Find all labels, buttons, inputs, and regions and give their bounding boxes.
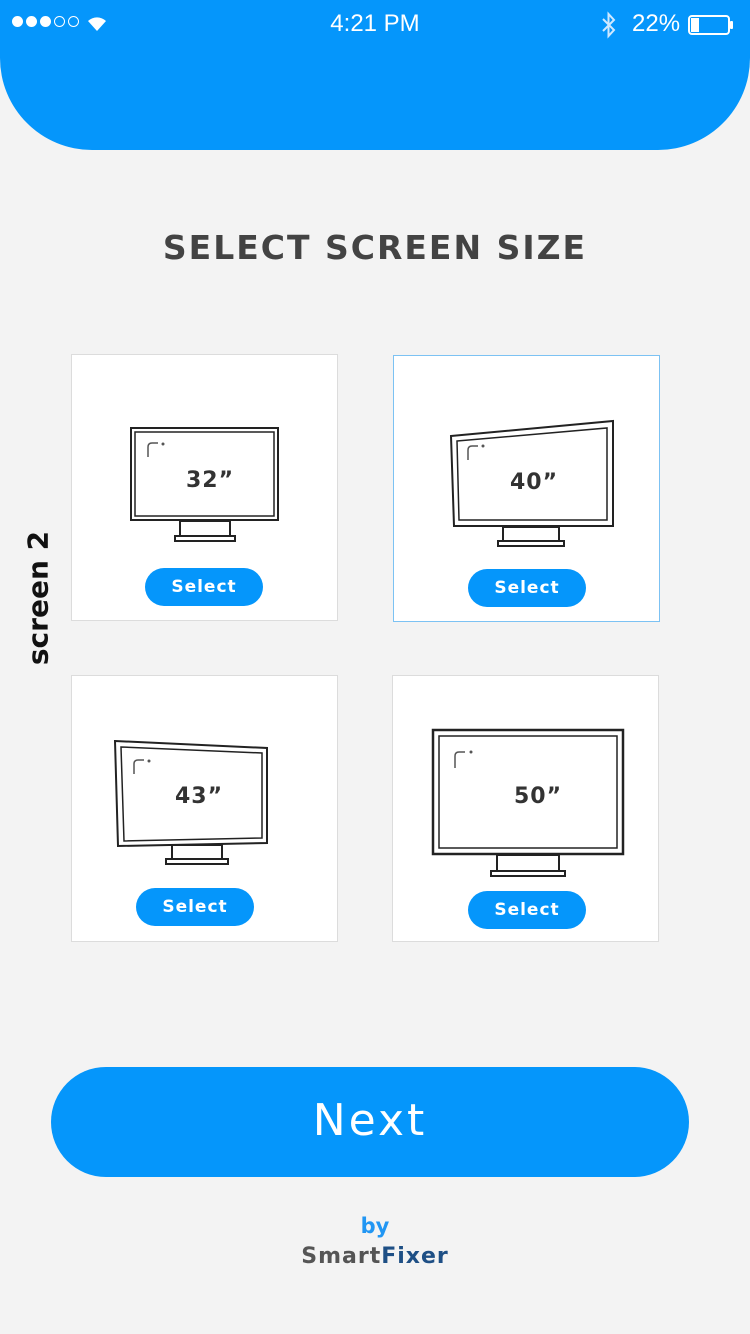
select-button-40[interactable]: Select (468, 569, 586, 607)
footer-brand: SmartFixer (0, 1244, 750, 1269)
next-button[interactable]: Next (51, 1067, 689, 1177)
battery-percentage: 22% (632, 10, 681, 37)
battery-icon (688, 15, 733, 35)
status-bar: 4:21 PM 22% (0, 0, 750, 48)
size-label: 50” (514, 784, 563, 809)
side-label: screen 2 (21, 528, 55, 668)
footer-by: by (360, 1214, 390, 1238)
size-label: 40” (510, 470, 559, 495)
brand-smart: Smart (301, 1244, 382, 1269)
size-option-card-50[interactable]: 50” Select (392, 675, 659, 942)
select-button-50[interactable]: Select (468, 891, 586, 929)
size-label: 43” (175, 784, 224, 809)
select-button-43[interactable]: Select (136, 888, 254, 926)
size-option-card-40[interactable]: 40” Select (393, 355, 660, 622)
size-option-card-43[interactable]: 43” Select (71, 675, 338, 942)
side-label-text: screen 2 (21, 530, 55, 666)
select-button-32[interactable]: Select (145, 568, 263, 606)
size-label: 32” (186, 468, 235, 493)
brand-fixer: Fixer (381, 1244, 449, 1269)
page-title: SELECT SCREEN SIZE (162, 228, 588, 267)
bluetooth-icon (602, 11, 616, 39)
size-option-card-32[interactable]: 32” Select (71, 354, 338, 621)
